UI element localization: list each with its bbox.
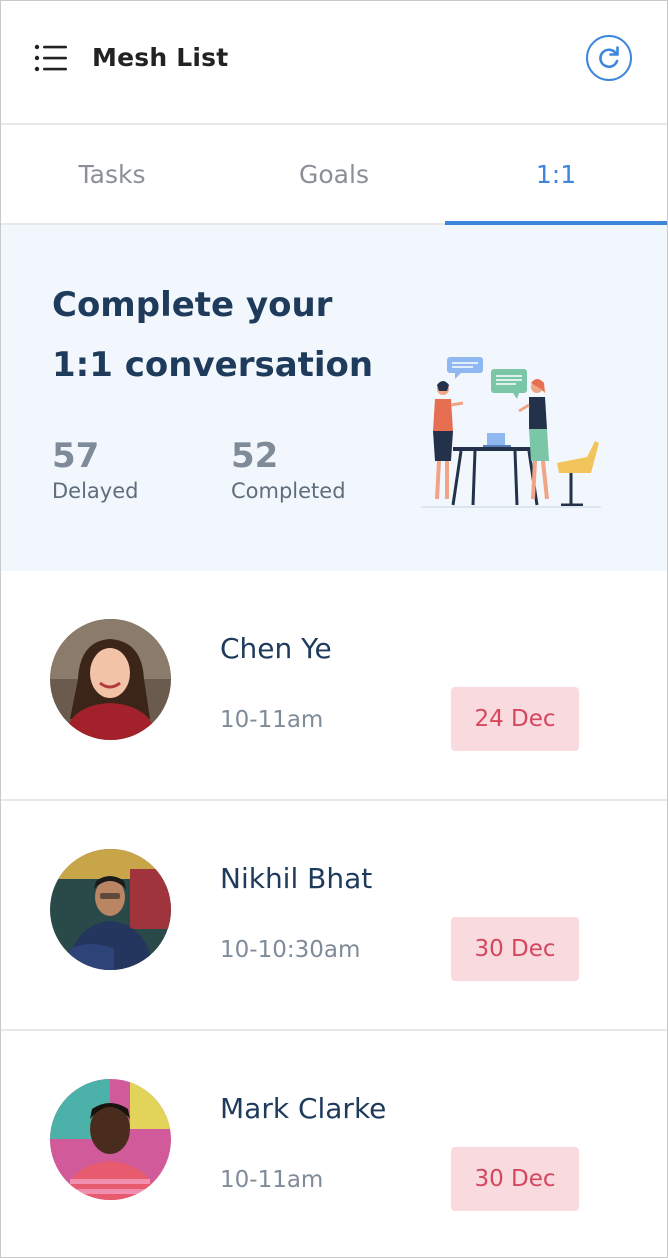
avatar [50, 849, 171, 970]
meeting-name: Nikhil Bhat [220, 862, 373, 895]
stat-completed-label: Completed [231, 479, 346, 503]
refresh-button[interactable] [586, 35, 632, 81]
stat-delayed: 57 Delayed [52, 435, 138, 503]
tab-one-on-one[interactable]: 1:1 [445, 125, 667, 225]
meeting-name: Chen Ye [220, 632, 332, 665]
tab-bar: Tasks Goals 1:1 [1, 125, 667, 225]
date-badge: 30 Dec [451, 917, 579, 981]
stat-delayed-value: 57 [52, 436, 100, 476]
banner-title: Complete your 1:1 conversation [52, 285, 374, 385]
meeting-item[interactable]: Nikhil Bhat 10-10:30am 30 Dec [1, 801, 667, 1031]
refresh-icon [586, 35, 632, 81]
stat-completed: 52 Completed [231, 435, 346, 503]
menu-list-icon [34, 44, 67, 72]
stat-delayed-label: Delayed [52, 479, 139, 503]
meeting-item[interactable]: Chen Ye 10-11am 24 Dec [1, 571, 667, 801]
menu-button[interactable] [31, 41, 71, 75]
meeting-time: 10-11am [220, 1167, 324, 1193]
avatar [50, 619, 171, 740]
stat-completed-value: 52 [231, 436, 279, 476]
meeting-illustration [411, 349, 611, 517]
app-header: Mesh List [1, 1, 667, 125]
date-badge: 30 Dec [451, 1147, 579, 1211]
summary-banner: Complete your 1:1 conversation 57 Delaye… [1, 225, 667, 571]
meeting-name: Mark Clarke [220, 1092, 387, 1125]
tab-tasks[interactable]: Tasks [1, 125, 223, 223]
app-screen: Mesh List Tasks Goals 1:1 Complete your … [0, 0, 668, 1258]
meeting-item[interactable]: Mark Clarke 10-11am 30 Dec [1, 1031, 667, 1257]
tab-goals[interactable]: Goals [223, 125, 445, 223]
page-title: Mesh List [92, 43, 229, 72]
meeting-time: 10-11am [220, 707, 324, 733]
meeting-time: 10-10:30am [220, 937, 361, 963]
date-badge: 24 Dec [451, 687, 579, 751]
avatar [50, 1079, 171, 1200]
